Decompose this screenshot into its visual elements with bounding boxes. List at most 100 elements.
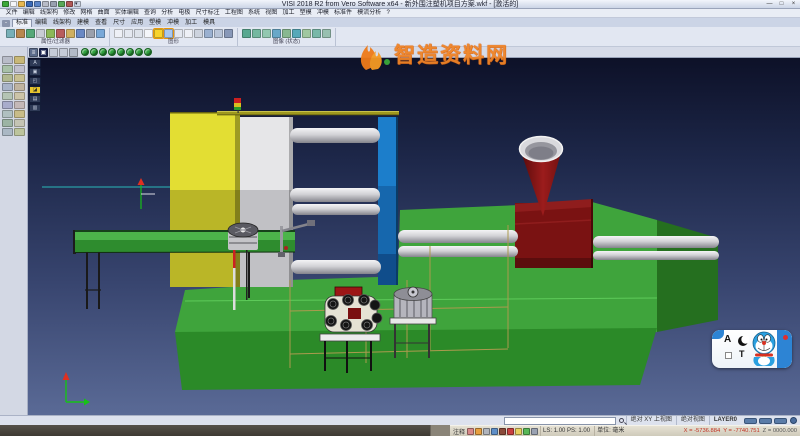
ime-language-indicator[interactable]: A: [724, 334, 731, 345]
toolbar-collapse-button[interactable]: -: [2, 20, 10, 27]
snap-icon[interactable]: [475, 428, 482, 435]
signal-tower[interactable]: [234, 98, 241, 113]
attribute-filter-icon[interactable]: [26, 29, 35, 38]
attribute-filter-icon[interactable]: [66, 29, 75, 38]
graphics-tool-icon[interactable]: [214, 29, 223, 38]
injection-cylinder[interactable]: [398, 246, 518, 257]
graphics-tool-icon[interactable]: [194, 29, 203, 38]
info-panel-icon[interactable]: ▥: [29, 104, 41, 112]
hidden-line-mode-icon[interactable]: [59, 48, 68, 57]
status-circle-icon[interactable]: [790, 417, 797, 424]
view-panel-icon[interactable]: ◰: [29, 77, 41, 85]
selection-panel-icon[interactable]: ◪: [29, 86, 41, 94]
menu-item[interactable]: 分析: [159, 9, 176, 17]
image-state-icon[interactable]: [262, 29, 271, 38]
side-tool-icon[interactable]: [2, 56, 13, 64]
menu-item[interactable]: 文件: [3, 9, 20, 17]
crosshair-icon[interactable]: [531, 428, 538, 435]
ime-shape-indicator[interactable]: T: [739, 349, 745, 359]
menu-item[interactable]: 实体编辑: [112, 9, 141, 17]
clock-icon[interactable]: [523, 428, 530, 435]
ribbon-tab[interactable]: 线架构: [50, 19, 74, 27]
tie-bars[interactable]: [290, 128, 381, 274]
menu-item[interactable]: 编辑: [20, 9, 37, 17]
side-tool-icon[interactable]: [14, 74, 25, 82]
print-icon[interactable]: [42, 1, 49, 7]
graphics-tool-icon[interactable]: [154, 29, 163, 38]
grid-toggle-icon[interactable]: [483, 428, 490, 435]
menu-item[interactable]: 塑模: [297, 9, 314, 17]
mold-plate[interactable]: [378, 117, 398, 285]
graphics-tool-icon[interactable]: [164, 29, 173, 38]
view-orientation-icon[interactable]: [99, 48, 107, 56]
menu-item[interactable]: 标准件: [331, 9, 354, 17]
ribbon-tab[interactable]: 应用: [128, 19, 146, 27]
side-tool-icon[interactable]: [14, 110, 25, 118]
ime-punctuation-box[interactable]: [725, 352, 732, 359]
save-icon[interactable]: [26, 1, 33, 7]
attribute-filter-icon[interactable]: [46, 29, 55, 38]
graphics-tool-icon[interactable]: [174, 29, 183, 38]
ribbon-tab[interactable]: 标准: [12, 19, 32, 27]
viewport-menu-icon[interactable]: ≡: [29, 48, 38, 57]
menu-item[interactable]: 线架构: [37, 9, 60, 17]
plot-icon[interactable]: [50, 1, 57, 7]
layer-indicator[interactable]: LAYER0: [709, 416, 741, 425]
menu-item[interactable]: 电极: [176, 9, 193, 17]
menu-item[interactable]: ?: [384, 9, 393, 17]
layer-panel-icon[interactable]: A: [29, 59, 41, 67]
view-mode-indicator[interactable]: 绝对视图: [676, 416, 709, 425]
workplane-view-indicator[interactable]: 绝对 XY 上视图: [626, 416, 676, 425]
search-icon[interactable]: [619, 418, 624, 423]
fixed-platen[interactable]: [170, 112, 240, 287]
status-pill[interactable]: [774, 418, 787, 424]
image-state-icon[interactable]: [252, 29, 261, 38]
close-button[interactable]: ×: [789, 0, 798, 8]
3d-viewport[interactable]: A▣◰◪▤▥: [28, 58, 800, 415]
view-orientation-icon[interactable]: [81, 48, 89, 56]
side-tool-icon[interactable]: [14, 56, 25, 64]
menu-item[interactable]: 模流分析: [355, 9, 384, 17]
graphics-tool-icon[interactable]: [134, 29, 143, 38]
ribbon-tab[interactable]: 模具: [200, 19, 218, 27]
side-tool-icon[interactable]: [2, 83, 13, 91]
image-state-icon[interactable]: [312, 29, 321, 38]
bulb-icon[interactable]: [515, 428, 522, 435]
menu-item[interactable]: 修改: [61, 9, 78, 17]
side-tool-icon[interactable]: [2, 65, 13, 73]
attribute-filter-icon[interactable]: [86, 29, 95, 38]
ribbon-tab[interactable]: 尺寸: [110, 19, 128, 27]
attribute-filter-icon[interactable]: [6, 29, 15, 38]
carriage-rod[interactable]: [593, 236, 719, 248]
view-orientation-icon[interactable]: [126, 48, 134, 56]
search-input[interactable]: [504, 417, 616, 425]
side-tool-icon[interactable]: [14, 92, 25, 100]
graphics-tool-icon[interactable]: [144, 29, 153, 38]
carriage-rod[interactable]: [593, 251, 719, 260]
customize-caret-icon[interactable]: ▾: [74, 1, 81, 7]
image-state-icon[interactable]: [242, 29, 251, 38]
operator-icon[interactable]: [491, 428, 498, 435]
image-state-icon[interactable]: [302, 29, 311, 38]
menu-item[interactable]: 加工: [280, 9, 297, 17]
body-panel-icon[interactable]: ▣: [29, 68, 41, 76]
image-state-icon[interactable]: [272, 29, 281, 38]
history-panel-icon[interactable]: ▤: [29, 95, 41, 103]
side-tool-icon[interactable]: [14, 101, 25, 109]
view-orientation-icon[interactable]: [117, 48, 125, 56]
ribbon-tab[interactable]: 建模: [74, 19, 92, 27]
image-state-icon[interactable]: [282, 29, 291, 38]
stop-icon[interactable]: [507, 428, 514, 435]
attribute-filter-icon[interactable]: [96, 29, 105, 38]
side-tool-icon[interactable]: [2, 92, 13, 100]
side-tool-icon[interactable]: [14, 128, 25, 136]
view-orientation-icon[interactable]: [135, 48, 143, 56]
ribbon-tab[interactable]: 塑模: [146, 19, 164, 27]
wireframe-mode-icon[interactable]: [49, 48, 58, 57]
graphics-tool-icon[interactable]: [184, 29, 193, 38]
menu-item[interactable]: 查询: [141, 9, 158, 17]
redo-icon[interactable]: [66, 1, 73, 7]
top-frame-beam[interactable]: [217, 111, 399, 115]
side-tool-icon[interactable]: [2, 128, 13, 136]
ime-toolbar-widget[interactable]: A T: [712, 330, 792, 368]
